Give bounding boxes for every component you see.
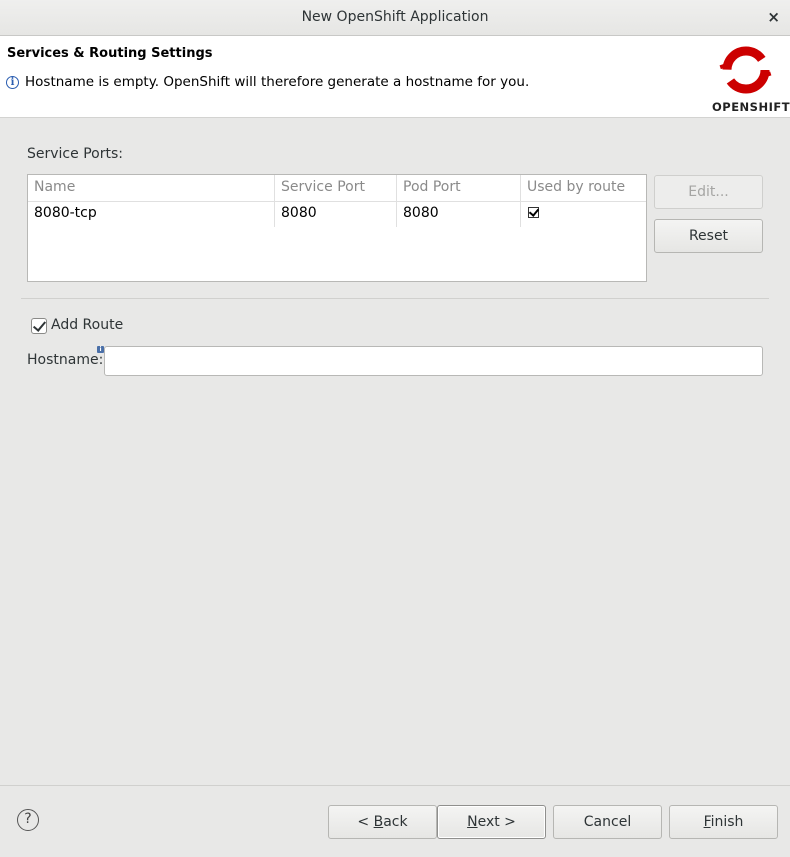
back-button-mnemonic: B [373,814,384,830]
cancel-button[interactable]: Cancel [553,805,662,839]
edit-button[interactable]: Edit... [654,175,763,209]
service-ports-table[interactable]: Name Service Port Pod Port Used by route… [27,174,647,282]
hostname-label: Hostname: [27,352,104,368]
reset-button[interactable]: Reset [654,219,763,253]
add-route-checkbox[interactable] [31,318,47,334]
service-ports-label: Service Ports: [27,146,123,162]
section-divider [21,298,769,299]
info-icon: i [6,75,19,89]
wizard-header: Services & Routing Settings i Hostname i… [0,36,790,118]
next-button[interactable]: Next > [437,805,546,839]
back-button[interactable]: < Back [328,805,437,839]
column-header-used-by-route[interactable]: Used by route [521,175,646,201]
hostname-info-icon: i [97,346,104,353]
finish-button-mnemonic: F [703,814,711,830]
close-icon[interactable]: × [767,8,780,26]
next-button-rest: ext > [477,814,516,830]
column-header-service-port[interactable]: Service Port [275,175,397,201]
cell-used-by-route [521,201,646,227]
cell-name: 8080-tcp [28,201,275,227]
info-message-text: Hostname is empty. OpenShift will theref… [25,74,530,90]
finish-button-rest: inish [710,814,744,830]
column-header-name[interactable]: Name [28,175,275,201]
openshift-logo-icon [719,46,772,94]
table-header: Name Service Port Pod Port Used by route [28,175,646,202]
next-button-mnemonic: N [467,814,478,830]
used-by-route-checkbox[interactable] [528,207,539,218]
cell-pod-port: 8080 [397,201,521,227]
hostname-input[interactable] [104,346,763,376]
back-button-prefix: < [357,814,374,830]
openshift-logo-text: OPENSHIFT [712,100,790,114]
window-title: New OpenShift Application [301,9,489,25]
finish-button[interactable]: Finish [669,805,778,839]
cell-service-port: 8080 [275,201,397,227]
add-route-label[interactable]: Add Route [51,317,123,333]
page-title: Services & Routing Settings [7,46,213,61]
title-bar: New OpenShift Application × [0,0,790,36]
openshift-logo: OPENSHIFT [708,40,790,116]
help-icon[interactable]: ? [17,809,39,831]
info-message: i Hostname is empty. OpenShift will ther… [6,74,529,90]
back-button-rest: ack [383,814,408,830]
footer-divider [0,785,790,786]
table-row[interactable]: 8080-tcp 8080 8080 [28,201,646,227]
column-header-pod-port[interactable]: Pod Port [397,175,521,201]
